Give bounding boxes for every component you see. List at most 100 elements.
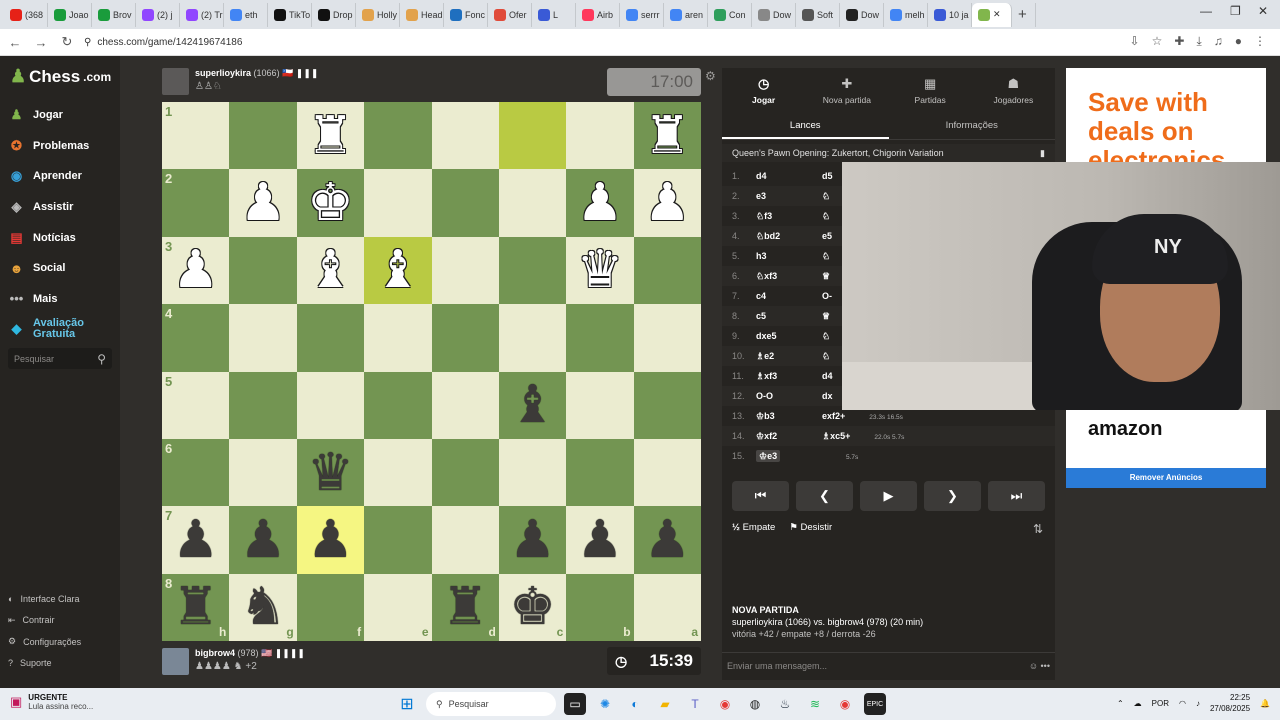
board-square[interactable]: ♝: [296, 236, 365, 305]
board-square[interactable]: 4: [162, 304, 230, 372]
chess-logo[interactable]: ♟ Chess .com: [10, 66, 111, 87]
board-square[interactable]: 8 h ♜: [162, 573, 230, 641]
start-icon[interactable]: ⊞: [396, 693, 418, 715]
board-square[interactable]: g ♞: [229, 573, 297, 641]
board-square[interactable]: [364, 438, 432, 507]
site-info-icon[interactable]: ⚲: [84, 37, 91, 48]
browser-tab[interactable]: Ofer: [488, 2, 532, 27]
browser-tab[interactable]: Holly: [356, 2, 400, 27]
black-pawn[interactable]: ♟: [307, 514, 354, 566]
board-square[interactable]: [364, 304, 432, 372]
white-queen[interactable]: ♛: [577, 244, 624, 296]
first-move-button[interactable]: ⏮: [732, 481, 789, 511]
browser-tab[interactable]: Airb: [576, 2, 620, 27]
white-pawn[interactable]: ♟: [644, 177, 691, 229]
white-move[interactable]: ♘xf3: [756, 271, 822, 282]
chrome-icon[interactable]: ◉: [714, 693, 736, 715]
board-square[interactable]: ♟: [633, 506, 701, 574]
board-square[interactable]: c ♚: [498, 573, 567, 641]
book-icon[interactable]: ▮: [1040, 144, 1045, 162]
white-move[interactable]: h3: [756, 251, 822, 261]
board-square[interactable]: ♜: [296, 102, 365, 170]
board-square[interactable]: e: [364, 573, 432, 641]
board-square[interactable]: [364, 102, 432, 170]
browser-tab[interactable]: melh: [884, 2, 928, 27]
board-square[interactable]: b: [566, 573, 634, 641]
sidebar-item-jogar[interactable]: ♟ Jogar: [8, 100, 93, 131]
board-square[interactable]: [566, 371, 634, 439]
taskbar-search[interactable]: ⚲ Pesquisar: [426, 692, 556, 716]
sidebar-bottom-item[interactable]: ⇤ Contrair: [8, 610, 81, 632]
board-square[interactable]: 7 ♟: [162, 506, 230, 574]
board-square[interactable]: ♟: [229, 169, 297, 237]
board-square[interactable]: [498, 169, 567, 237]
board-square[interactable]: [431, 371, 499, 439]
white-rook[interactable]: ♜: [644, 110, 691, 162]
board-square[interactable]: ♟: [633, 169, 701, 237]
sidebar-item-mais[interactable]: ••• Mais: [8, 284, 93, 315]
black-rook[interactable]: ♜: [442, 581, 489, 633]
board-square[interactable]: ♝: [364, 236, 432, 305]
board-square[interactable]: ♝: [498, 371, 567, 439]
board-square[interactable]: [229, 236, 297, 305]
sidebar-search[interactable]: Pesquisar ⚲: [8, 348, 112, 369]
board-square[interactable]: [229, 438, 297, 507]
emoji-icon[interactable]: ☺ •••: [1029, 661, 1050, 671]
browser-tab[interactable]: TikTo: [268, 2, 312, 27]
settings-gear-icon[interactable]: ⚙: [705, 69, 716, 83]
board-square[interactable]: f: [296, 573, 365, 641]
white-move[interactable]: ♗xf3: [756, 371, 822, 382]
white-move[interactable]: ♘f3: [756, 211, 822, 222]
white-pawn[interactable]: ♟: [577, 177, 624, 229]
white-king[interactable]: ♚: [307, 177, 354, 229]
sidebar-item-social[interactable]: ☻ Social: [8, 253, 93, 284]
chrome-profile-icon[interactable]: ◉: [834, 693, 856, 715]
avatar[interactable]: [162, 648, 189, 675]
install-icon[interactable]: ⇩: [1130, 34, 1140, 49]
board-square[interactable]: [566, 102, 634, 170]
white-bishop[interactable]: ♝: [375, 244, 422, 296]
black-pawn[interactable]: ♟: [644, 514, 691, 566]
onedrive-icon[interactable]: ☁: [1134, 699, 1142, 708]
menu-icon[interactable]: ⋮: [1254, 34, 1266, 49]
tab-informacoes[interactable]: Informações: [889, 112, 1056, 139]
white-move[interactable]: ♘bd2: [756, 231, 822, 242]
black-queen[interactable]: ♛: [307, 447, 354, 499]
browser-tab[interactable]: Joao: [48, 2, 92, 27]
sidebar-bottom-item[interactable]: ⚙ Configurações: [8, 631, 81, 653]
browser-tab[interactable]: Head: [400, 2, 444, 27]
board-square[interactable]: ♛: [296, 438, 365, 507]
obs-icon[interactable]: ◍: [744, 693, 766, 715]
chess-board[interactable]: 1 ♜ ♜ 2 ♟ ♚ ♟ ♟ 3 ♟ ♝ ♝ ♛ 4 5 ♝ 6 ♛ 7 ♟ ♟ ♟ ♟ ♟ ♟ 8 h ♜ g ♞ f e d ♜ c ♚ b a: [162, 102, 701, 641]
black-knight[interactable]: ♞: [240, 581, 287, 633]
sidebar-bottom-item[interactable]: ◐ Interface Clara: [8, 588, 81, 610]
black-king[interactable]: ♚: [509, 581, 556, 633]
panel-tab-2[interactable]: ▦ Partidas: [889, 68, 972, 112]
play-button[interactable]: ▶: [860, 481, 917, 511]
white-move[interactable]: dxe5: [756, 331, 822, 341]
sidebar-item-avaliaogratuita[interactable]: ◆ Avaliação Gratuita: [8, 314, 93, 345]
board-square[interactable]: [364, 371, 432, 439]
language-indicator[interactable]: POR: [1152, 699, 1169, 708]
player-name[interactable]: superlioykira (1066) 🇨🇱 ❚❚❚: [195, 68, 318, 79]
tab-lances[interactable]: Lances: [722, 112, 889, 139]
board-square[interactable]: ♜: [633, 102, 701, 170]
sidebar-item-assistir[interactable]: ◈ Assistir: [8, 192, 93, 223]
white-move[interactable]: O-O: [756, 391, 822, 401]
board-square[interactable]: [566, 304, 634, 372]
clock-date[interactable]: 22:25 27/08/2025: [1210, 692, 1250, 714]
board-square[interactable]: [296, 371, 365, 439]
white-move[interactable]: ♔b3: [756, 411, 822, 422]
remove-ads-button[interactable]: Remover Anúncios: [1066, 468, 1266, 488]
board-square[interactable]: [498, 438, 567, 507]
board-square[interactable]: [229, 371, 297, 439]
extensions-icon[interactable]: ✚: [1174, 34, 1184, 49]
notifications-icon[interactable]: 🔔: [1260, 699, 1270, 708]
white-pawn[interactable]: ♟: [172, 244, 219, 296]
white-rook[interactable]: ♜: [307, 110, 354, 162]
flip-board-icon[interactable]: ⇅: [1033, 522, 1043, 536]
board-square[interactable]: [431, 169, 499, 237]
wifi-icon[interactable]: ◠: [1179, 699, 1186, 708]
browser-tab[interactable]: Drop: [312, 2, 356, 27]
black-move[interactable]: 5.7s: [822, 451, 982, 462]
